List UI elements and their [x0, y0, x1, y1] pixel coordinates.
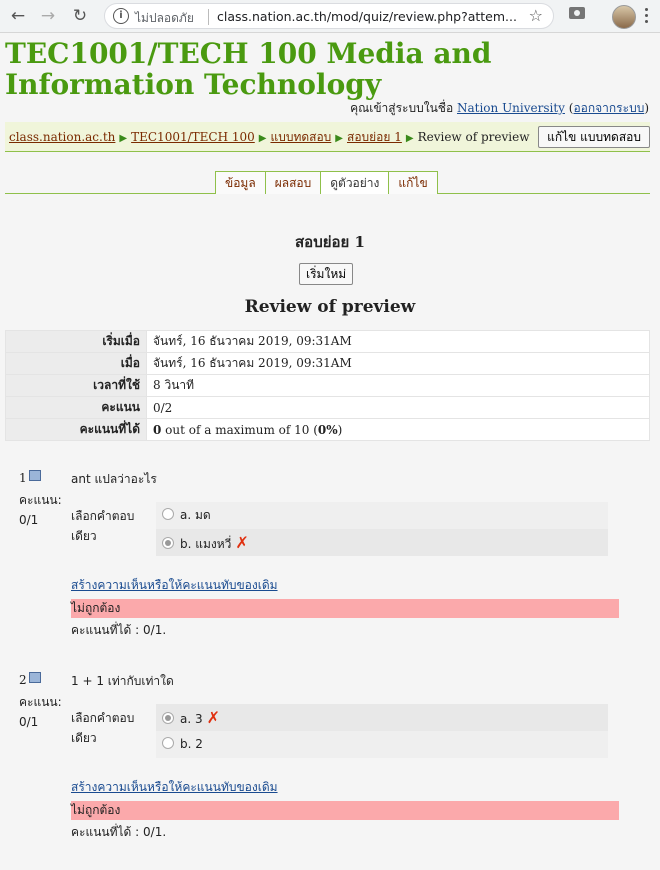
summary-row-marks: คะแนน 0/2 — [5, 396, 650, 419]
question-score: คะแนน: 0/1 — [19, 490, 67, 530]
breadcrumb-arrow-icon: ▶ — [258, 133, 267, 144]
summary-value: จันทร์, 16 ธันวาคม 2019, 09:31AM — [146, 330, 650, 353]
option-label: b. แมงหวี่ — [180, 537, 232, 551]
flag-icon[interactable] — [28, 470, 41, 481]
breadcrumb-site[interactable]: class.nation.ac.th — [9, 130, 115, 144]
tab-edit[interactable]: แก้ไข — [388, 171, 438, 194]
summary-value: 0 out of a maximum of 10 (0%) — [146, 418, 650, 441]
camera-icon[interactable] — [569, 7, 585, 19]
security-label: ไม่ปลอดภัย — [135, 11, 194, 25]
radio-button-selected[interactable] — [162, 712, 174, 724]
radio-button-selected[interactable] — [162, 537, 174, 549]
login-info: คุณเข้าสู่ระบบในชื่อ Nation University (… — [350, 101, 649, 115]
breadcrumb: class.nation.ac.th ▶ TEC1001/TECH 100 ▶ แบบท… — [9, 128, 530, 147]
score-value: 0/1 — [19, 513, 39, 527]
breadcrumb-arrow-icon: ▶ — [335, 133, 343, 144]
answer-options: a. มด b. แมงหวี่ ✗ — [156, 502, 608, 556]
option-label: a. มด — [180, 508, 211, 522]
tab-info[interactable]: ข้อมูล — [215, 171, 266, 194]
option-label: a. 3 — [180, 712, 203, 726]
question-score: คะแนน: 0/1 — [19, 692, 67, 732]
marks-obtained: คะแนนที่ได้ : 0/1. — [71, 623, 167, 637]
summary-label: คะแนน — [5, 396, 147, 419]
summary-row-started: เริ่มเมื่อ จันทร์, 16 ธันวาคม 2019, 09:3… — [5, 330, 650, 353]
restart-button[interactable]: เริ่มใหม่ — [299, 263, 354, 285]
summary-label: เมื่อ — [5, 352, 147, 375]
score-label: คะแนน: — [19, 695, 62, 709]
incorrect-feedback: ไม่ถูกต้อง — [71, 599, 619, 618]
profile-avatar[interactable] — [612, 5, 636, 29]
question-number: 2 — [19, 672, 41, 687]
login-prefix: คุณเข้าสู่ระบบในชื่อ — [350, 101, 454, 115]
summary-value: 0/2 — [146, 396, 650, 419]
incorrect-cross-icon: ✗ — [235, 533, 249, 552]
info-icon[interactable]: i — [113, 8, 129, 24]
summary-value: จันทร์, 16 ธันวาคม 2019, 09:31AM — [146, 352, 650, 375]
score-value: 0/1 — [19, 715, 39, 729]
breadcrumb-arrow-icon: ▶ — [405, 133, 414, 144]
radio-button[interactable] — [162, 737, 174, 749]
option-label: b. 2 — [180, 737, 203, 751]
question-2: 2 คะแนน: 0/1 1 + 1 เท่ากับเท่าใด เลือกคำต… — [19, 672, 619, 842]
answer-options: a. 3 ✗ b. 2 — [156, 704, 608, 758]
summary-row-grade: คะแนนที่ได้ 0 out of a maximum of 10 (0%… — [5, 418, 650, 441]
breadcrumb-quiz[interactable]: สอบย่อย 1 — [347, 130, 402, 144]
radio-button[interactable] — [162, 508, 174, 520]
flag-icon[interactable] — [28, 672, 41, 683]
address-bar[interactable]: i ไม่ปลอดภัย class.nation.ac.th/mod/quiz… — [104, 3, 554, 29]
breadcrumb-arrow-icon: ▶ — [119, 133, 128, 144]
summary-value: 8 วินาที — [146, 374, 650, 397]
summary-row-time: เวลาที่ใช้ 8 วินาที — [5, 374, 650, 397]
summary-row-completed: เมื่อ จันทร์, 16 ธันวาคม 2019, 09:31AM — [5, 352, 650, 375]
forward-icon[interactable]: → — [38, 6, 58, 26]
score-label: คะแนน: — [19, 493, 62, 507]
question-type: เลือกคำตอบเดียว — [71, 711, 135, 745]
browser-toolbar: ← → ↻ i ไม่ปลอดภัย class.nation.ac.th/mo… — [0, 0, 660, 33]
answer-option[interactable]: b. 2 — [156, 731, 608, 758]
breadcrumb-current: Review of preview — [417, 130, 530, 144]
review-heading: Review of preview — [244, 297, 416, 317]
question-number-text: 2 — [19, 673, 27, 687]
summary-label: เวลาที่ใช้ — [5, 374, 147, 397]
grade-percent: 0% — [317, 422, 338, 437]
edit-quiz-button[interactable]: แก้ไข แบบทดสอบ — [538, 126, 650, 148]
answer-option[interactable]: a. 3 ✗ — [156, 704, 608, 731]
breadcrumb-course[interactable]: TEC1001/TECH 100 — [131, 130, 255, 144]
back-icon[interactable]: ← — [8, 6, 28, 26]
address-divider — [208, 9, 209, 25]
tab-preview[interactable]: ดูตัวอย่าง — [320, 171, 390, 194]
answer-option[interactable]: a. มด — [156, 502, 608, 529]
course-title: TEC1001/TECH 100 Media and Information T… — [5, 37, 492, 101]
incorrect-feedback: ไม่ถูกต้อง — [71, 801, 619, 820]
url-text[interactable]: class.nation.ac.th/mod/quiz/review.php?a… — [217, 9, 517, 24]
summary-label: คะแนนที่ได้ — [5, 418, 147, 441]
bookmark-star-icon[interactable]: ☆ — [529, 6, 543, 25]
comment-override-link[interactable]: สร้างความเห็นหรือให้คะแนนทับของเดิม — [71, 576, 278, 595]
attempt-summary-table: เริ่มเมื่อ จันทร์, 16 ธันวาคม 2019, 09:3… — [5, 330, 650, 441]
question-text: ant แปลว่าอะไร — [71, 472, 157, 486]
browser-menu-icon[interactable] — [645, 8, 649, 26]
breadcrumb-quizzes[interactable]: แบบทดสอบ — [270, 130, 331, 144]
question-1: 1 คะแนน: 0/1 ant แปลว่าอะไร เลือกคำตอบเดี… — [19, 470, 619, 640]
question-text: 1 + 1 เท่ากับเท่าใด — [71, 674, 174, 688]
logout-link[interactable]: ออกจากระบบ — [573, 101, 644, 115]
answer-option[interactable]: b. แมงหวี่ ✗ — [156, 529, 608, 556]
marks-obtained: คะแนนที่ได้ : 0/1. — [71, 825, 167, 839]
comment-override-link[interactable]: สร้างความเห็นหรือให้คะแนนทับของเดิม — [71, 778, 278, 797]
tab-results[interactable]: ผลสอบ — [264, 171, 322, 194]
incorrect-cross-icon: ✗ — [206, 708, 221, 727]
quiz-name: สอบย่อย 1 — [295, 233, 365, 251]
quiz-tabs: ข้อมูล ผลสอบ ดูตัวอย่าง แก้ไข — [215, 171, 438, 194]
question-type: เลือกคำตอบเดียว — [71, 509, 135, 543]
grade-end: ) — [337, 422, 343, 437]
user-link[interactable]: Nation University — [457, 101, 565, 115]
question-number-text: 1 — [19, 471, 27, 485]
grade-mid: out of a maximum of 10 ( — [161, 422, 318, 437]
reload-icon[interactable]: ↻ — [70, 6, 90, 26]
summary-label: เริ่มเมื่อ — [5, 330, 147, 353]
question-number: 1 — [19, 470, 41, 485]
navbar: class.nation.ac.th ▶ TEC1001/TECH 100 ▶ แบบท… — [5, 122, 650, 152]
